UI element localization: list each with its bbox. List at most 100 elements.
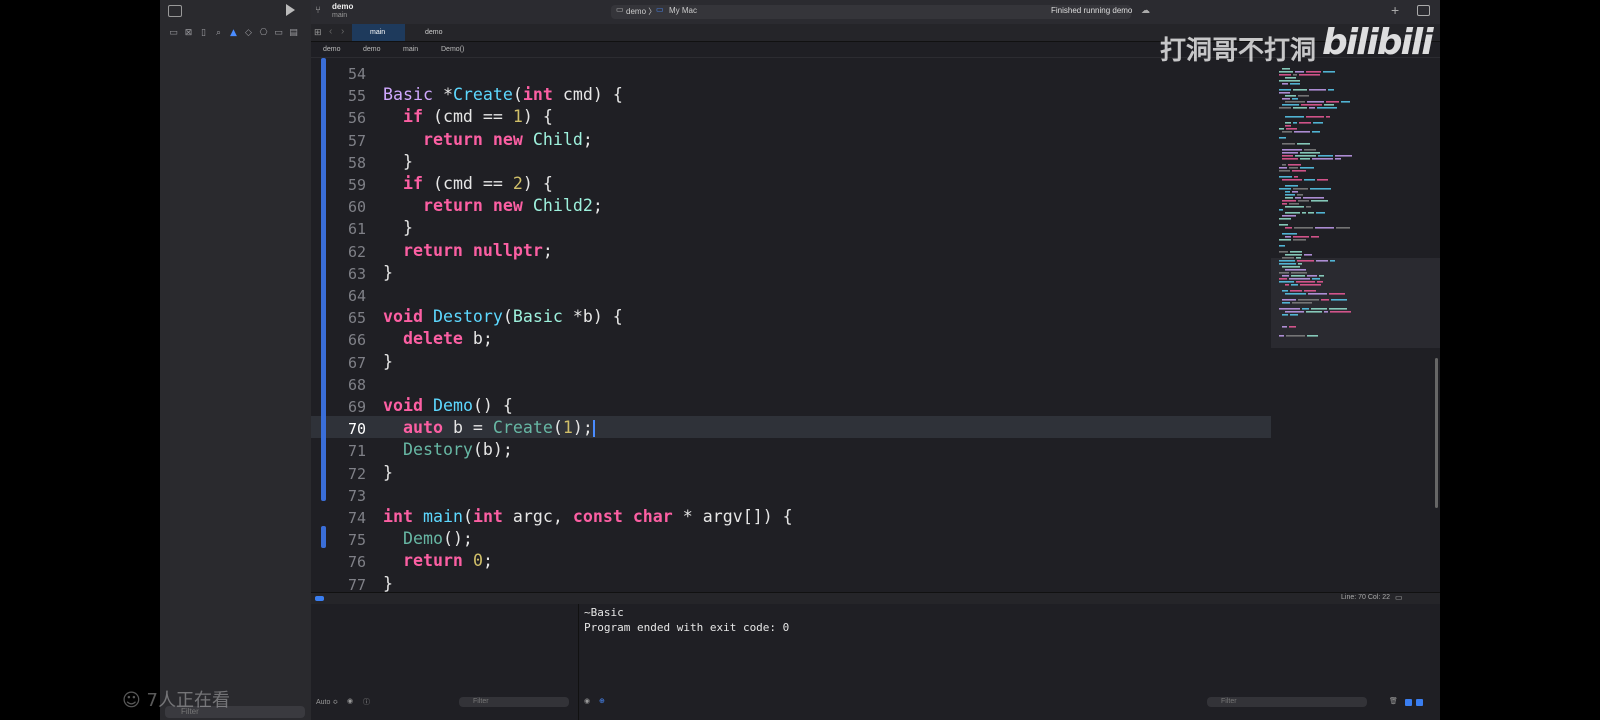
line-number[interactable]: 69 [311,398,366,416]
line-number[interactable]: 74 [311,509,366,527]
trash-icon[interactable]: 🗑 [1389,697,1398,705]
line-number[interactable]: 66 [311,331,366,349]
line-number[interactable]: 70 [311,420,366,438]
line-number[interactable]: 56 [311,109,366,127]
breadcrumb-symbol[interactable]: Demo() [441,42,464,57]
line-number[interactable]: 71 [311,442,366,460]
variables-filter[interactable]: Filter [459,697,569,707]
code-line[interactable]: return new Child2; [383,196,603,215]
code-line[interactable]: Demo(); [383,529,473,548]
code-line[interactable]: Destory(b); [383,440,513,459]
minimap-line [1292,170,1306,172]
minimap-line [1330,260,1335,262]
line-number[interactable]: 73 [311,487,366,505]
code-line[interactable]: } [383,463,393,482]
forward-icon[interactable]: › [341,26,344,37]
code-line[interactable]: } [383,152,413,171]
eye-icon[interactable]: ◉ [584,697,590,705]
breakpoint-icon[interactable]: ▭ [273,28,284,39]
code-line[interactable]: Basic *Create(int cmd) { [383,85,623,104]
debug-icon[interactable]: ⎔ [258,28,269,39]
code-line[interactable]: } [383,263,393,282]
back-icon[interactable]: ‹ [329,26,332,37]
line-number[interactable]: 68 [311,376,366,394]
line-number[interactable]: 58 [311,154,366,172]
code-line[interactable]: void Demo() { [383,396,513,415]
line-number[interactable]: 57 [311,132,366,150]
line-number[interactable]: 61 [311,220,366,238]
folder-icon[interactable]: ▭ [168,28,179,39]
split-right-icon[interactable] [1416,699,1423,706]
sidebar-toggle-icon[interactable] [168,5,182,17]
code-line[interactable]: if (cmd == 2) { [383,174,553,193]
line-number[interactable]: 76 [311,553,366,571]
line-number[interactable]: 77 [311,576,366,592]
minimap-lines [1279,68,1352,337]
auto-selector[interactable]: Auto ≎ [316,698,338,706]
minimap-line [1285,206,1304,208]
line-number[interactable]: 63 [311,265,366,283]
run-icon[interactable] [286,4,295,16]
code-line[interactable]: } [383,574,393,592]
panel-icon[interactable]: ▭ [1395,593,1403,602]
console-filter[interactable]: Filter [1207,697,1367,707]
line-number[interactable]: 67 [311,354,366,372]
line-number[interactable]: 62 [311,243,366,261]
breadcrumb-folder[interactable]: demo [363,42,381,57]
line-number[interactable]: 75 [311,531,366,549]
scope-icon[interactable]: ⊕ [599,697,605,705]
line-number[interactable]: 64 [311,287,366,305]
code-line[interactable]: return new Child; [383,130,593,149]
minimap-line [1282,203,1287,205]
minimap-line [1285,197,1293,199]
inspector-toggle-icon[interactable] [1417,5,1430,16]
variables-view: Auto ≎ ◉ ⓘ Filter [311,604,579,720]
scheme-selector[interactable]: demo 〉 [626,6,656,17]
scrollbar[interactable] [1435,358,1438,508]
line-number[interactable]: 59 [311,176,366,194]
minimap-line [1282,131,1292,133]
report-icon[interactable]: ▤ [288,28,299,39]
line-number[interactable]: 72 [311,465,366,483]
test-icon[interactable]: ◇ [243,28,254,39]
line-number[interactable]: 55 [311,87,366,105]
add-icon[interactable]: + [1391,2,1399,18]
code-line[interactable]: } [383,352,393,371]
minimap[interactable] [1271,58,1440,592]
bookmark-icon[interactable]: ▯ [198,28,209,39]
debug-area-toggle-icon[interactable] [315,596,324,601]
code-line[interactable]: void Destory(Basic *b) { [383,307,623,326]
code-line[interactable]: return nullptr; [383,241,553,260]
info-icon[interactable]: ⓘ [363,697,370,707]
minimap-line [1308,212,1314,214]
code-line[interactable]: int main(int argc, const char * argv[]) … [383,507,793,526]
line-number[interactable]: 54 [311,65,366,83]
code-line[interactable]: return 0; [383,551,493,570]
console-output[interactable]: ~Basic Program ended with exit code: 0 ◉… [579,604,1440,720]
breadcrumb-file[interactable]: main [403,42,418,57]
minimap-line [1298,299,1319,301]
tab-demo[interactable]: demo [407,24,467,41]
grid-icon[interactable]: ⊞ [314,27,322,38]
destination-selector[interactable]: My Mac [669,6,697,15]
minimap-line [1296,281,1315,283]
eye-icon[interactable]: ◉ [347,697,353,705]
minimap-line [1295,197,1301,199]
mac-icon: ▭ [656,5,664,14]
minimap-line [1279,137,1286,139]
source-editor[interactable]: 54 55 Basic *Create(int cmd) { 56 if (cmd =… [311,58,1271,592]
tab-main[interactable]: main [352,24,405,41]
code-line[interactable]: auto b = Create(1); [383,418,595,438]
split-left-icon[interactable] [1405,699,1412,706]
line-number[interactable]: 65 [311,309,366,327]
breadcrumb-project[interactable]: demo [323,42,341,57]
minimap-line [1303,197,1324,199]
issue-icon[interactable]: ▲ [228,28,239,39]
code-line[interactable]: if (cmd == 1) { [383,107,553,126]
find-icon[interactable]: ⌕ [213,28,224,39]
code-line[interactable]: delete b; [383,329,493,348]
source-control-icon[interactable]: ⊠ [183,28,194,39]
code-line[interactable]: } [383,218,413,237]
line-number[interactable]: 60 [311,198,366,216]
minimap-line [1306,311,1322,313]
